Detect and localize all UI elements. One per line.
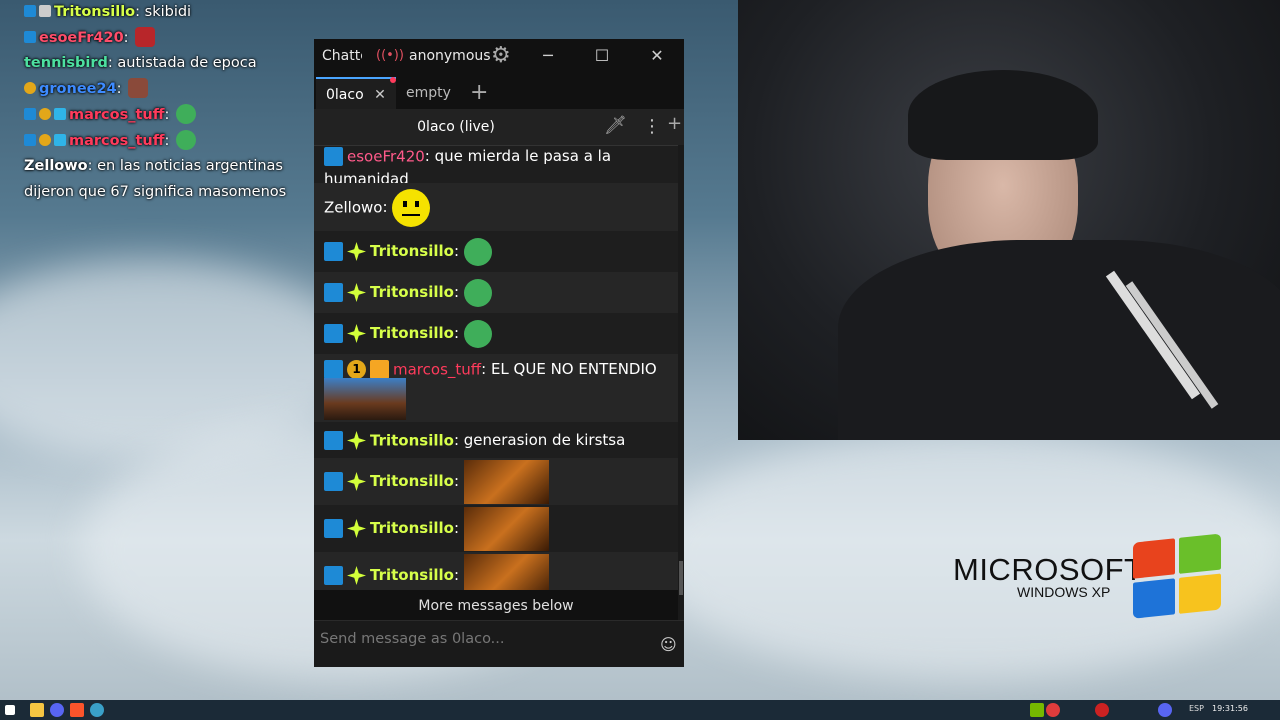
moderator-badge-icon [324, 566, 343, 585]
moderator-badge-icon [324, 147, 343, 166]
smiley-emote-icon [392, 188, 431, 227]
discord-icon[interactable] [50, 703, 64, 717]
language-indicator[interactable]: ESP [1189, 704, 1204, 713]
add-split-button[interactable]: + [667, 113, 682, 134]
chat-message: Tritonsillo: [314, 272, 678, 313]
emoji-picker-icon[interactable]: ☺ [660, 635, 677, 654]
clock[interactable]: 19:31:56 [1212, 704, 1248, 713]
emote-icon [128, 78, 149, 99]
tab-bar: 0laco ✕ empty + [314, 73, 684, 111]
more-options-icon[interactable]: ⋮ [643, 116, 661, 137]
chat-message: Tritonsillo: [314, 505, 678, 552]
overlay-message: Tritonsillo: skibidi [24, 0, 324, 26]
minimize-button[interactable]: ─ [521, 39, 575, 73]
vip-badge-icon [347, 566, 366, 585]
chat-message: Tritonsillo: [314, 313, 678, 354]
streamer-jacket [838, 240, 1280, 440]
chat-message: 1 marcos_tuff: EL QUE NO ENTENDIO [314, 354, 678, 422]
vip-badge-icon [347, 472, 366, 491]
account-name[interactable]: anonymous [409, 48, 491, 64]
overlay-message: Zellowo: en las noticias argentinas dije… [24, 158, 287, 200]
chat-message: Tritonsillo: [314, 458, 678, 505]
maximize-button[interactable]: ☐ [575, 39, 629, 73]
scrollbar-thumb[interactable] [679, 561, 683, 595]
stream-chat-overlay: Tritonsillo: skibidi esoeFr420: tennisbi… [24, 0, 324, 206]
tab-0laco[interactable]: 0laco ✕ [316, 77, 396, 111]
record-tray-icon[interactable] [1095, 703, 1109, 717]
gift-badge-icon [370, 360, 389, 379]
moderator-badge-icon [324, 431, 343, 450]
chat-message: Zellowo: [314, 183, 678, 231]
brave-browser-icon[interactable] [70, 703, 84, 717]
gear-icon[interactable]: ⚙ [491, 43, 511, 68]
streamer-hair [908, 70, 1098, 160]
pepe-emote-icon [175, 103, 196, 124]
more-messages-below-button[interactable]: More messages below [314, 590, 678, 622]
file-explorer-icon[interactable] [30, 703, 44, 717]
face-emote-image [324, 378, 406, 420]
sub-badge-icon: 1 [347, 360, 366, 379]
moderator-badge-icon [324, 283, 343, 302]
webcam-feed [738, 0, 1280, 440]
watermark-brand: MICROSOFT [953, 552, 1144, 587]
vip-badge-icon [347, 242, 366, 261]
vip-badge-icon [347, 431, 366, 450]
add-tab-button[interactable]: + [460, 77, 498, 109]
tray-icon[interactable] [1046, 703, 1060, 717]
chat-client-window: Chatterino ((•)) anonymous ⚙ ─ ☐ ✕ 0laco… [314, 39, 684, 667]
moderation-sword-icon[interactable]: 🗡 [604, 115, 627, 136]
image-emote [463, 506, 549, 551]
app-title: Chatterino [322, 48, 362, 64]
message-input[interactable] [318, 626, 652, 652]
image-emote [463, 459, 549, 504]
overlay-message: marcos_tuff: [24, 103, 324, 129]
close-tab-icon[interactable]: ✕ [374, 87, 386, 103]
start-windows-icon[interactable] [5, 705, 15, 715]
windows-logo-icon [1133, 533, 1223, 619]
vip-badge-icon [347, 324, 366, 343]
tab-empty[interactable]: empty [396, 77, 461, 109]
close-button[interactable]: ✕ [630, 39, 684, 73]
app-icon[interactable] [90, 703, 104, 717]
discord-tray-icon[interactable] [1158, 703, 1172, 717]
nvidia-tray-icon[interactable] [1030, 703, 1044, 717]
moderator-badge-icon [324, 360, 343, 379]
message-input-area: ☺ [314, 620, 684, 667]
pepe-emote-icon [463, 278, 492, 307]
watermark-product: WINDOWS XP [1017, 584, 1111, 600]
emote-icon [135, 26, 156, 47]
overlay-message: esoeFr420: [24, 26, 324, 52]
split-header: 0laco (live) 🗡 ⋮ + [314, 109, 684, 146]
pepe-emote-icon [463, 237, 492, 266]
title-bar: Chatterino ((•)) anonymous ⚙ ─ ☐ ✕ [314, 39, 684, 73]
message-list[interactable]: esoeFr420: que mierda le pasa a la human… [314, 145, 678, 630]
live-indicator-dot [389, 77, 396, 83]
chat-message: Tritonsillo: generasion de kirstsa [314, 422, 678, 458]
vip-badge-icon [347, 283, 366, 302]
chat-message: Tritonsillo: [314, 231, 678, 272]
overlay-message: tennisbird: autistada de epoca [24, 55, 257, 72]
moderator-badge-icon [324, 242, 343, 261]
pepe-emote-icon [463, 319, 492, 348]
scrollbar[interactable] [678, 145, 684, 630]
pepe-emote-icon [175, 129, 196, 150]
overlay-message: gronee24: [24, 77, 324, 103]
moderator-badge-icon [324, 324, 343, 343]
moderator-badge-icon [324, 472, 343, 491]
moderator-badge-icon [324, 519, 343, 538]
channel-title[interactable]: 0laco (live) [314, 109, 598, 145]
overlay-message: marcos_tuff: [24, 129, 324, 155]
vip-badge-icon [347, 519, 366, 538]
live-status-icon[interactable]: ((•)) [376, 48, 404, 63]
chat-message: esoeFr420: que mierda le pasa a la human… [324, 147, 612, 188]
taskbar: ESP 19:31:56 [0, 700, 1280, 720]
